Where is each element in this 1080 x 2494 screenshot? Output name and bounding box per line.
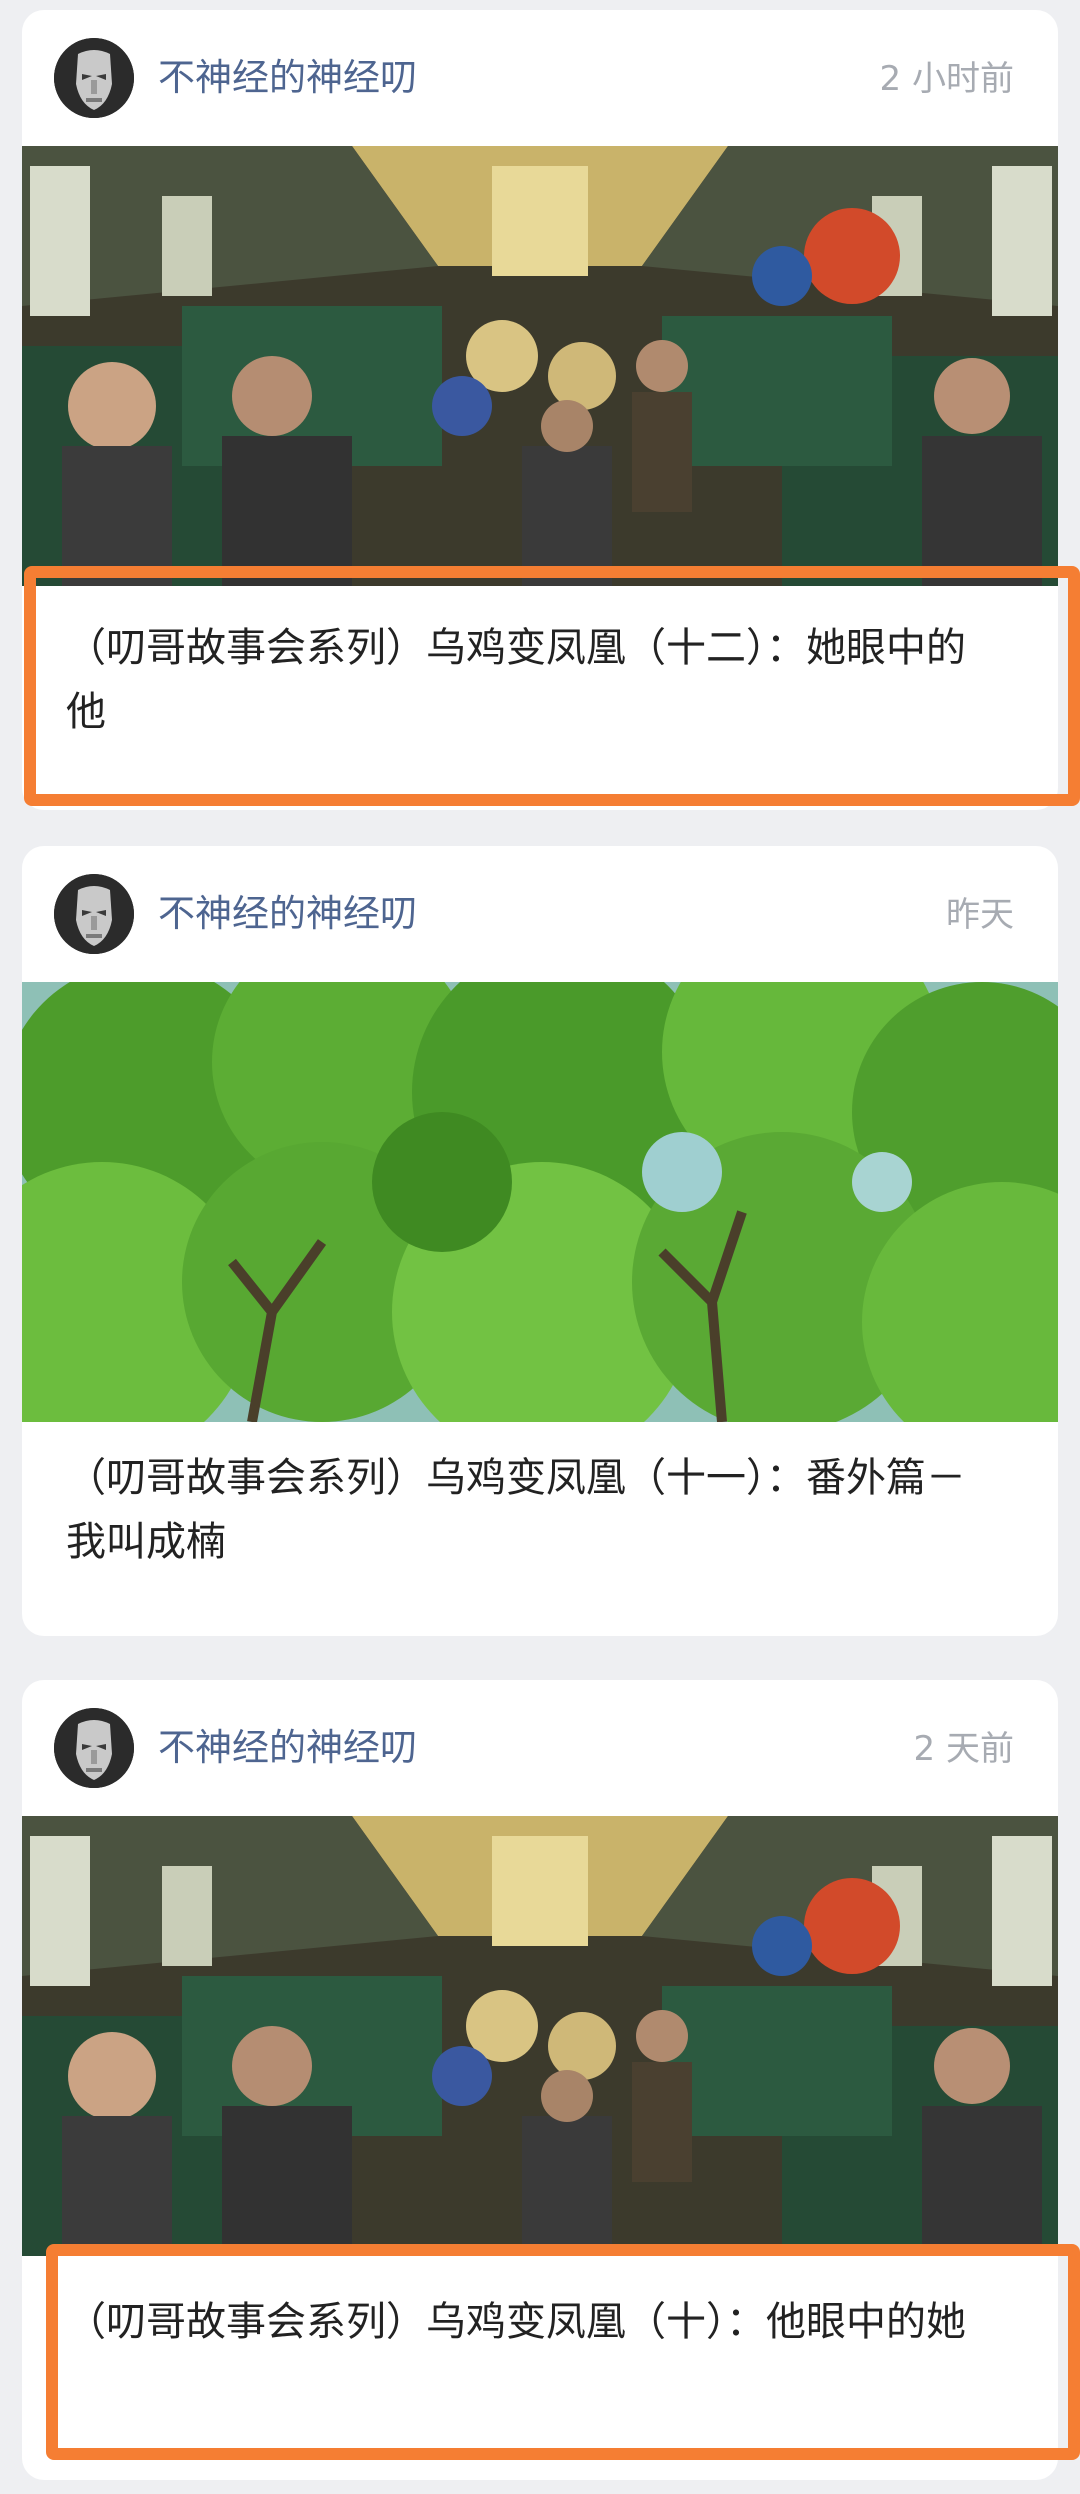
post-feed: 不神经的神经叨 2 小时前 （叨哥故事会系列）乌鸡变凤凰（十二）：她眼中的他 不…: [0, 0, 1080, 2494]
post-card[interactable]: 不神经的神经叨 昨天 （叨哥故事会系列）乌鸡变凤凰（十一）：番外篇－我叫成楠: [22, 846, 1058, 1636]
train-interior-cover-image[interactable]: [22, 1816, 1058, 2256]
post-card[interactable]: 不神经的神经叨 2 小时前 （叨哥故事会系列）乌鸡变凤凰（十二）：她眼中的他: [22, 10, 1058, 810]
post-header: 不神经的神经叨 2 小时前: [22, 10, 1058, 146]
avatar[interactable]: [54, 38, 134, 118]
mask-avatar-icon: [54, 38, 134, 118]
post-header: 不神经的神经叨 2 天前: [22, 1680, 1058, 1816]
post-time: 2 小时前: [879, 59, 1014, 99]
avatar[interactable]: [54, 1708, 134, 1788]
mask-avatar-icon: [54, 1708, 134, 1788]
author-name[interactable]: 不神经的神经叨: [158, 1726, 417, 1770]
post-header: 不神经的神经叨 昨天: [22, 846, 1058, 982]
post-time: 昨天: [946, 895, 1014, 935]
author-name[interactable]: 不神经的神经叨: [158, 892, 417, 936]
post-time: 2 天前: [913, 1729, 1014, 1769]
tree-canopy-cover-image[interactable]: [22, 982, 1058, 1422]
avatar[interactable]: [54, 874, 134, 954]
author-name[interactable]: 不神经的神经叨: [158, 56, 417, 100]
post-card[interactable]: 不神经的神经叨 2 天前 （叨哥故事会系列）乌鸡变凤凰（十）：他眼中的她: [22, 1680, 1058, 2480]
train-interior-cover-image[interactable]: [22, 146, 1058, 586]
post-title[interactable]: （叨哥故事会系列）乌鸡变凤凰（十）：他眼中的她: [66, 2290, 988, 2354]
post-title[interactable]: （叨哥故事会系列）乌鸡变凤凰（十二）：她眼中的他: [66, 616, 988, 744]
post-title[interactable]: （叨哥故事会系列）乌鸡变凤凰（十一）：番外篇－我叫成楠: [66, 1446, 988, 1574]
mask-avatar-icon: [54, 874, 134, 954]
